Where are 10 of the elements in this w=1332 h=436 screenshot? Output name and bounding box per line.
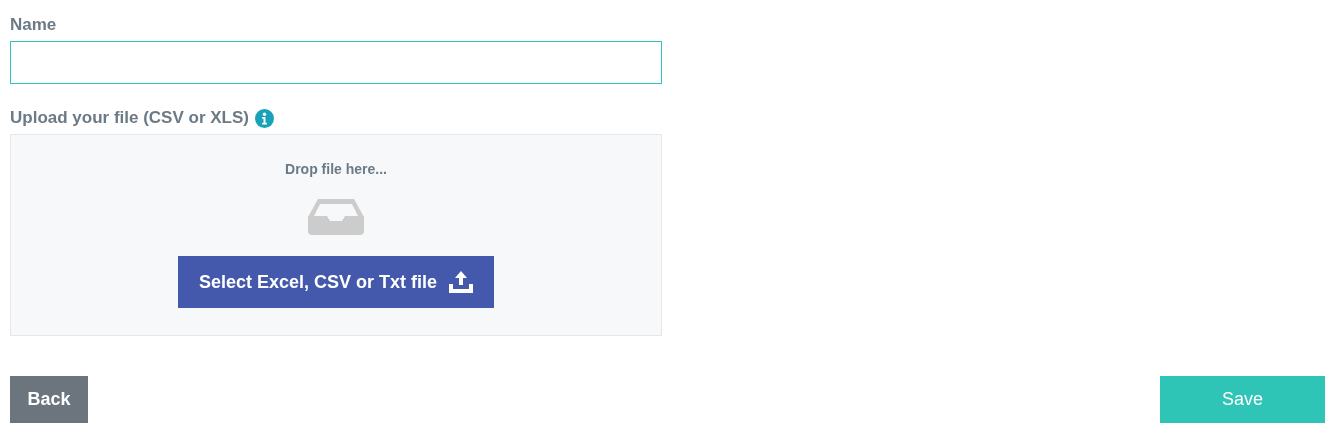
- field-label: Name: [10, 15, 58, 35]
- upload-icon: [449, 271, 474, 293]
- drop-zone[interactable]: Drop file here... Select Excel, CSV or Txt file: [10, 134, 662, 336]
- drop-hint: Drop file here...: [285, 161, 387, 177]
- inbox-tray-icon: [308, 199, 364, 235]
- name-field[interactable]: [10, 41, 662, 84]
- select-file-button[interactable]: Select Excel, CSV or Txt file: [178, 256, 494, 308]
- back-button[interactable]: Back: [10, 376, 88, 423]
- field-label: Upload your file (CSV or XLS): [10, 108, 249, 128]
- info-icon[interactable]: [254, 108, 274, 128]
